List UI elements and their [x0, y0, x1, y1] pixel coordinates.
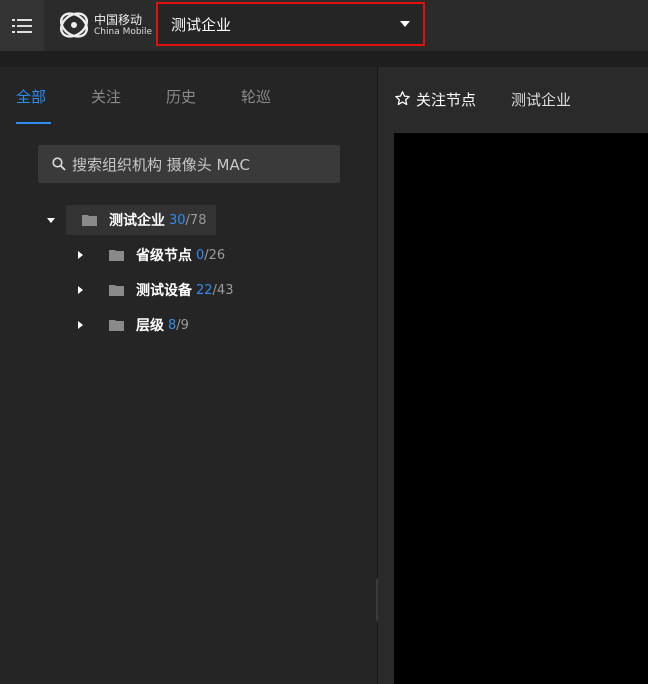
- search-input[interactable]: 搜索组织机构 摄像头 MAC: [38, 145, 340, 183]
- tree-node-label: 测试企业: [109, 213, 165, 229]
- tab-bar: 全部 关注 历史 轮巡: [0, 67, 378, 127]
- expand-arrow-icon[interactable]: [78, 251, 83, 259]
- folder-icon: [109, 319, 124, 331]
- menu-icon: [12, 18, 32, 33]
- china-mobile-logo-icon: [59, 12, 89, 38]
- china-mobile-logo: 中国移动 China Mobile: [58, 7, 152, 43]
- total-count: /9: [176, 317, 189, 333]
- tree-node-label: 省级节点: [136, 248, 192, 264]
- right-header: 关注节点 测试企业: [378, 67, 648, 133]
- video-player-area[interactable]: [394, 133, 648, 684]
- expand-arrow-icon[interactable]: [47, 217, 55, 223]
- breadcrumb: 测试企业: [511, 91, 572, 109]
- tree-node-label: 测试设备: [136, 283, 192, 299]
- online-count: 22: [196, 282, 213, 298]
- expand-arrow-icon[interactable]: [78, 286, 83, 294]
- search-placeholder: 搜索组织机构 摄像头 MAC: [72, 155, 250, 174]
- total-count: /78: [185, 212, 207, 228]
- menu-button[interactable]: [0, 0, 44, 51]
- online-count: 8: [168, 317, 177, 333]
- right-panel: 关注节点 测试企业: [378, 67, 648, 684]
- online-count: 30: [169, 212, 186, 228]
- star-icon[interactable]: [394, 90, 411, 107]
- total-count: /43: [212, 282, 234, 298]
- tree-node[interactable]: 省级节点 0/26: [78, 241, 225, 269]
- tab-follow[interactable]: 关注: [91, 86, 121, 107]
- folder-icon: [82, 214, 97, 226]
- tree-node-root[interactable]: 测试企业 30/78: [47, 206, 206, 234]
- tree-node-label: 层级: [136, 318, 164, 334]
- organization-select[interactable]: 测试企业: [156, 2, 425, 46]
- folder-icon: [109, 249, 124, 261]
- expand-arrow-icon[interactable]: [78, 321, 83, 329]
- chevron-down-icon: [400, 21, 410, 27]
- tab-history[interactable]: 历史: [166, 86, 196, 107]
- search-icon: [52, 157, 66, 171]
- online-count: 0: [196, 247, 205, 263]
- follow-node-label[interactable]: 关注节点: [416, 89, 476, 110]
- tab-patrol[interactable]: 轮巡: [241, 86, 271, 107]
- folder-icon: [109, 284, 124, 296]
- tree-node[interactable]: 测试设备 22/43: [78, 276, 233, 304]
- tab-all[interactable]: 全部: [16, 86, 46, 107]
- organization-select-value: 测试企业: [171, 15, 232, 34]
- left-panel: 全部 关注 历史 轮巡 搜索组织机构 摄像头 MAC 测试企业 30/78 省级…: [0, 67, 378, 684]
- logo-text-en: China Mobile: [94, 26, 153, 37]
- logo-text-cn: 中国移动: [94, 12, 143, 27]
- top-bar: 中国移动 China Mobile 测试企业: [0, 0, 648, 51]
- active-tab-indicator: [16, 122, 51, 124]
- tree-node[interactable]: 层级 8/9: [78, 311, 189, 339]
- total-count: /26: [204, 247, 226, 263]
